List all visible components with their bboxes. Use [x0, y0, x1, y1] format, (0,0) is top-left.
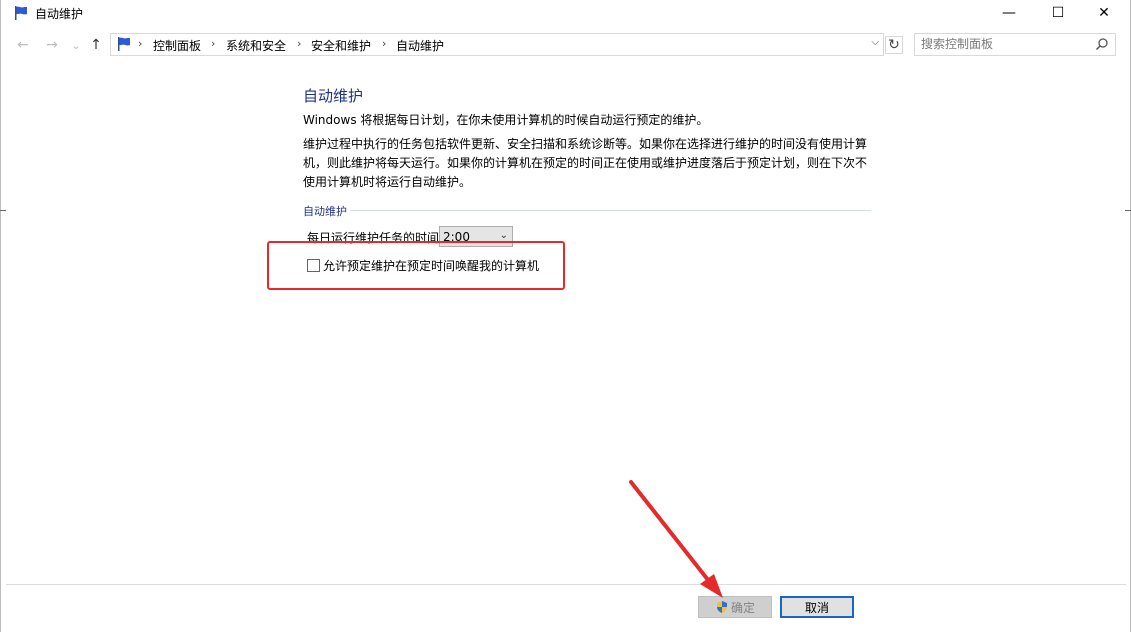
maximize-button[interactable]: ☐	[1035, 0, 1081, 26]
breadcrumb-separator: ›	[138, 37, 143, 50]
description-details: 维护过程中执行的任务包括软件更新、安全扫描和系统诊断等。如果你在选择进行维护的时…	[303, 137, 868, 189]
minimize-button[interactable]: —	[986, 0, 1032, 26]
breadcrumb-separator[interactable]: ›	[297, 37, 301, 50]
address-bar[interactable]: › 控制面板 › 系统和安全 › 安全和维护 › 自动维护 ⌵	[110, 33, 884, 56]
refresh-button[interactable]: ↻	[885, 36, 903, 54]
title-bar: 自动维护 — ☐ ✕	[1, 0, 1130, 26]
ok-button-label: 确定	[730, 600, 755, 615]
annotation-arrow	[629, 480, 723, 598]
cancel-button-label: 取消	[804, 600, 829, 615]
breadcrumb-control-panel[interactable]: 控制面板	[153, 37, 201, 54]
group-label: 自动维护	[303, 203, 350, 219]
group-divider	[303, 210, 871, 211]
back-button[interactable]: ←	[14, 36, 32, 54]
chevron-down-icon: ⌄	[499, 230, 508, 241]
window-title: 自动维护	[35, 7, 84, 21]
recent-locations-button[interactable]: ⌄	[67, 36, 85, 54]
shield-icon	[716, 601, 727, 613]
window-edge-mark-right	[1125, 210, 1131, 211]
breadcrumb-separator[interactable]: ›	[211, 37, 215, 50]
window-edge-mark-left	[0, 210, 6, 211]
flag-icon	[15, 6, 27, 20]
search-icon[interactable]	[1095, 37, 1109, 51]
close-button[interactable]: ✕	[1081, 0, 1127, 26]
up-button[interactable]: ↑	[87, 36, 105, 54]
annotation-highlight-box	[267, 241, 565, 290]
breadcrumb-security-maintenance[interactable]: 安全和维护	[311, 37, 371, 54]
flag-icon	[118, 37, 130, 51]
description-summary: Windows 将根据每日计划，在你未使用计算机的时候自动运行预定的维护。	[303, 113, 709, 127]
breadcrumb-separator[interactable]: ›	[382, 37, 386, 50]
breadcrumb-system-security[interactable]: 系统和安全	[226, 37, 286, 54]
search-box[interactable]	[914, 33, 1116, 56]
cancel-button[interactable]: 取消	[780, 596, 854, 618]
navigation-bar: ← → ⌄ ↑ › 控制面板 › 系统和安全 › 安全和维护 › 自动维护 ⌵ …	[1, 32, 1130, 58]
window-border-left	[0, 0, 1, 632]
search-input[interactable]	[921, 36, 1081, 52]
address-dropdown-icon[interactable]: ⌵	[871, 37, 879, 48]
breadcrumb-automatic-maintenance[interactable]: 自动维护	[396, 37, 444, 54]
footer-divider	[6, 584, 1126, 585]
forward-button[interactable]: →	[43, 36, 61, 54]
page-title: 自动维护	[303, 87, 364, 105]
ok-button[interactable]: 确定	[698, 596, 772, 618]
